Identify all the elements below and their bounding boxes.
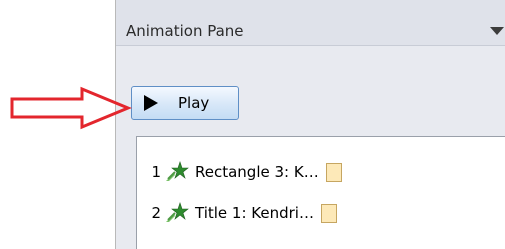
play-icon [144, 95, 158, 111]
pane-menu-dropdown-icon[interactable] [490, 27, 504, 35]
animation-order-number: 2 [151, 204, 161, 222]
pane-header: Animation Pane [116, 0, 505, 46]
animation-pane: Animation Pane Play 1 Rectangle 3: K… 2 … [116, 0, 505, 249]
animation-target-label: Title 1: Kendri… [195, 204, 314, 222]
animation-target-label: Rectangle 3: K… [195, 163, 319, 181]
timing-bar[interactable] [325, 162, 342, 182]
play-button-label: Play [178, 94, 210, 112]
entrance-effect-star-icon [166, 202, 189, 222]
animation-order-number: 1 [151, 163, 161, 181]
list-item[interactable]: 2 Title 1: Kendri… [137, 198, 505, 228]
annotation-arrow-icon [10, 86, 132, 130]
pane-title: Animation Pane [126, 22, 244, 40]
entrance-effect-star-icon [166, 161, 189, 181]
list-item[interactable]: 1 Rectangle 3: K… [137, 157, 505, 187]
timing-bar[interactable] [320, 203, 337, 223]
play-button[interactable]: Play [131, 86, 239, 120]
animation-list[interactable]: 1 Rectangle 3: K… 2 Title 1: Kendri… [136, 136, 505, 249]
